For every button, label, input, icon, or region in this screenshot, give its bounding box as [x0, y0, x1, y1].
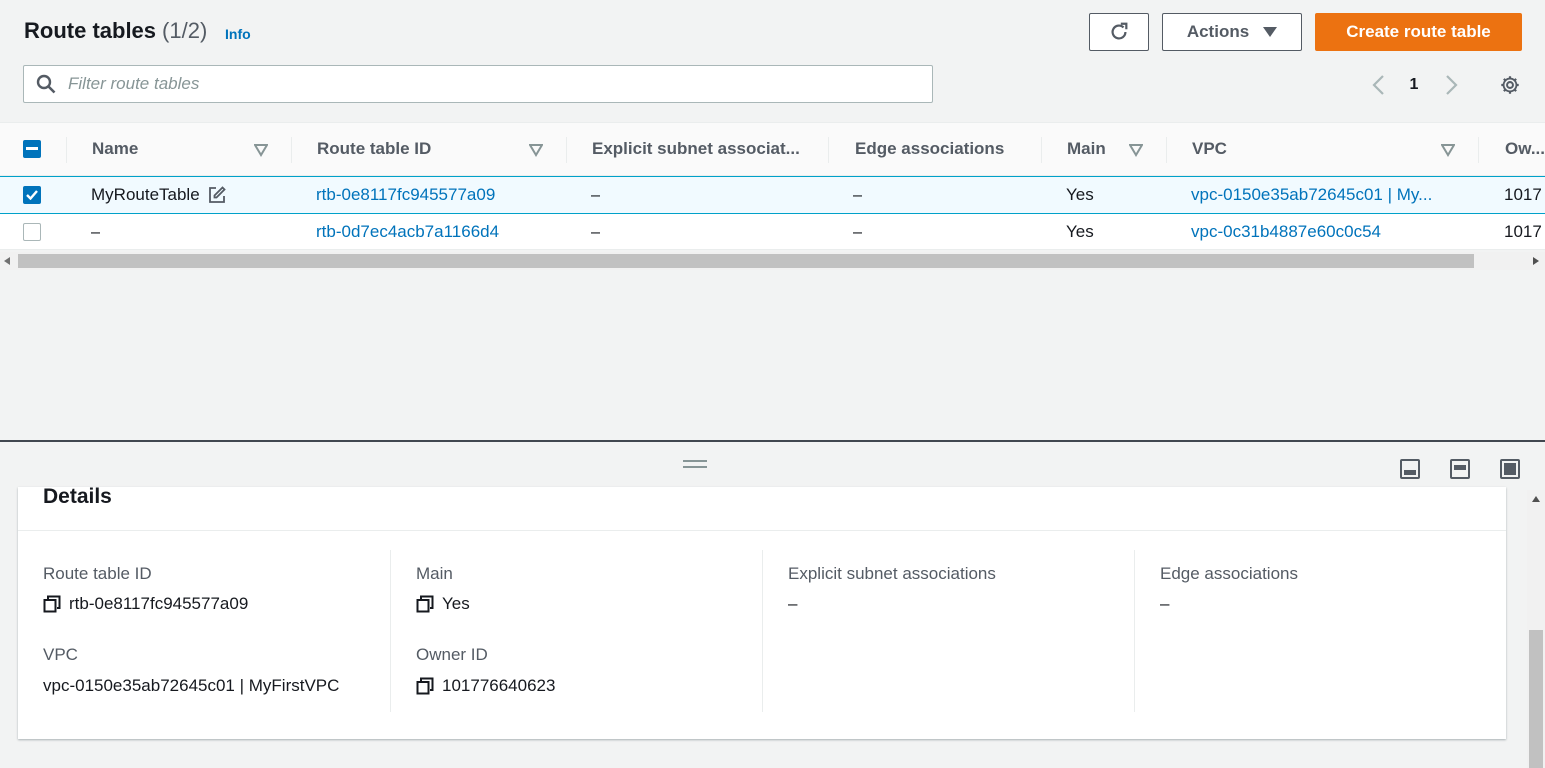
details-column-3: Explicit subnet associations – — [788, 550, 1128, 712]
split-full-icon[interactable] — [1500, 459, 1520, 479]
vpc-link[interactable]: vpc-0c31b4887e60c0c54 — [1191, 214, 1381, 249]
scroll-right-icon[interactable] — [1533, 257, 1539, 265]
route-table-id-link[interactable]: rtb-0e8117fc945577a09 — [316, 177, 495, 213]
row-checkbox[interactable] — [23, 177, 41, 213]
search-icon — [36, 74, 56, 94]
info-link[interactable]: Info — [225, 26, 251, 42]
main-cell: Yes — [1066, 221, 1094, 241]
preferences-button[interactable] — [1496, 70, 1524, 100]
actions-label: Actions — [1186, 22, 1250, 41]
actions-button[interactable]: Actions — [1162, 13, 1302, 51]
previous-page-button[interactable] — [1366, 70, 1390, 100]
explicit-cell: – — [591, 221, 601, 241]
edge-associations-value: – — [1160, 594, 1170, 613]
scroll-up-icon[interactable] — [1532, 496, 1540, 502]
chevron-right-icon — [1446, 75, 1458, 95]
copy-icon[interactable] — [416, 677, 434, 695]
route-table-id-label: Route table ID — [43, 564, 152, 583]
resize-handle-icon[interactable] — [683, 460, 707, 468]
column-vpc[interactable]: VPC — [1192, 123, 1227, 175]
route-table-id-link[interactable]: rtb-0d7ec4acb7a1166d4 — [316, 214, 499, 249]
column-route-table-id[interactable]: Route table ID — [317, 123, 431, 175]
refresh-button[interactable] — [1089, 13, 1149, 51]
selection-count: (1/2) — [162, 18, 208, 43]
edge-associations-label: Edge associations — [1160, 564, 1298, 583]
scrollbar-thumb[interactable] — [18, 254, 1474, 268]
row-name: – — [91, 221, 101, 241]
page-number[interactable]: 1 — [1404, 70, 1424, 100]
edge-cell: – — [853, 185, 863, 204]
vpc-label: VPC — [43, 645, 78, 664]
split-middle-icon[interactable] — [1450, 459, 1470, 479]
page-title: Route tables (1/2) — [24, 18, 208, 43]
filter-input[interactable] — [68, 74, 868, 94]
vpc-link[interactable]: vpc-0150e35ab72645c01 | My... — [1191, 177, 1461, 213]
horizontal-scrollbar[interactable] — [0, 252, 1545, 270]
row-name: MyRouteTable — [91, 185, 200, 204]
owner-cell: 1017 — [1504, 185, 1542, 204]
column-owner[interactable]: Ow... — [1505, 123, 1545, 175]
column-main[interactable]: Main — [1067, 123, 1106, 175]
column-name[interactable]: Name — [92, 123, 138, 175]
details-column-4: Edge associations – — [1160, 550, 1480, 712]
chevron-left-icon — [1372, 75, 1384, 95]
owner-cell: 1017 — [1504, 221, 1542, 241]
select-all-checkbox[interactable] — [23, 123, 41, 175]
table-row[interactable]: MyRouteTable rtb-0e8117fc945577a09 – – Y… — [0, 176, 1545, 214]
copy-icon[interactable] — [43, 595, 61, 613]
row-checkbox[interactable] — [23, 214, 41, 249]
details-title: Details — [43, 485, 112, 508]
indeterminate-icon — [26, 147, 38, 150]
route-table-id-value: rtb-0e8117fc945577a09 — [43, 594, 248, 614]
details-column-2: Main Yes Owner ID 101776640623 — [416, 550, 756, 712]
explicit-subnet-value: – — [788, 594, 798, 613]
scroll-left-icon[interactable] — [4, 257, 10, 265]
details-card: Details Route table ID rtb-0e8117fc94557… — [18, 485, 1506, 739]
copy-icon[interactable] — [416, 595, 434, 613]
sort-icon[interactable] — [1129, 143, 1143, 157]
check-icon — [26, 190, 38, 200]
table-header: Name Route table ID Explicit subnet asso… — [0, 122, 1545, 176]
scrollbar-thumb[interactable] — [1529, 630, 1543, 768]
explicit-subnet-label: Explicit subnet associations — [788, 564, 996, 583]
column-explicit-subnet[interactable]: Explicit subnet associat... — [592, 123, 804, 175]
caret-down-icon — [1263, 27, 1278, 37]
sort-icon[interactable] — [1441, 143, 1455, 157]
details-vpc-link[interactable]: vpc-0150e35ab72645c01 | MyFirstVPC — [43, 676, 339, 696]
column-edge-associations[interactable]: Edge associations — [855, 123, 1004, 175]
split-panel: Details Route table ID rtb-0e8117fc94557… — [0, 442, 1545, 768]
filter-box — [23, 65, 933, 103]
main-cell: Yes — [1066, 185, 1094, 204]
owner-id-label: Owner ID — [416, 645, 488, 664]
edge-cell: – — [853, 221, 863, 241]
vertical-scrollbar[interactable] — [1527, 490, 1545, 768]
next-page-button[interactable] — [1440, 70, 1464, 100]
split-bottom-icon[interactable] — [1400, 459, 1420, 479]
refresh-icon — [1111, 22, 1128, 40]
details-column-1: Route table ID rtb-0e8117fc945577a09 VPC… — [43, 550, 383, 712]
name-cell: MyRouteTable — [91, 177, 226, 213]
sort-icon[interactable] — [529, 143, 543, 157]
sort-icon[interactable] — [254, 143, 268, 157]
edit-icon[interactable] — [208, 186, 226, 204]
main-label: Main — [416, 564, 453, 583]
create-route-table-button[interactable]: Create route table — [1315, 13, 1522, 51]
route-tables-panel: Route tables (1/2) Info Actions Create ro… — [0, 0, 1545, 440]
gear-icon — [1501, 76, 1519, 94]
main-value: Yes — [416, 594, 470, 614]
owner-id-value: 101776640623 — [416, 676, 555, 696]
table-row[interactable]: – rtb-0d7ec4acb7a1166d4 – – Yes vpc-0c31… — [0, 214, 1545, 250]
explicit-cell: – — [591, 185, 601, 204]
